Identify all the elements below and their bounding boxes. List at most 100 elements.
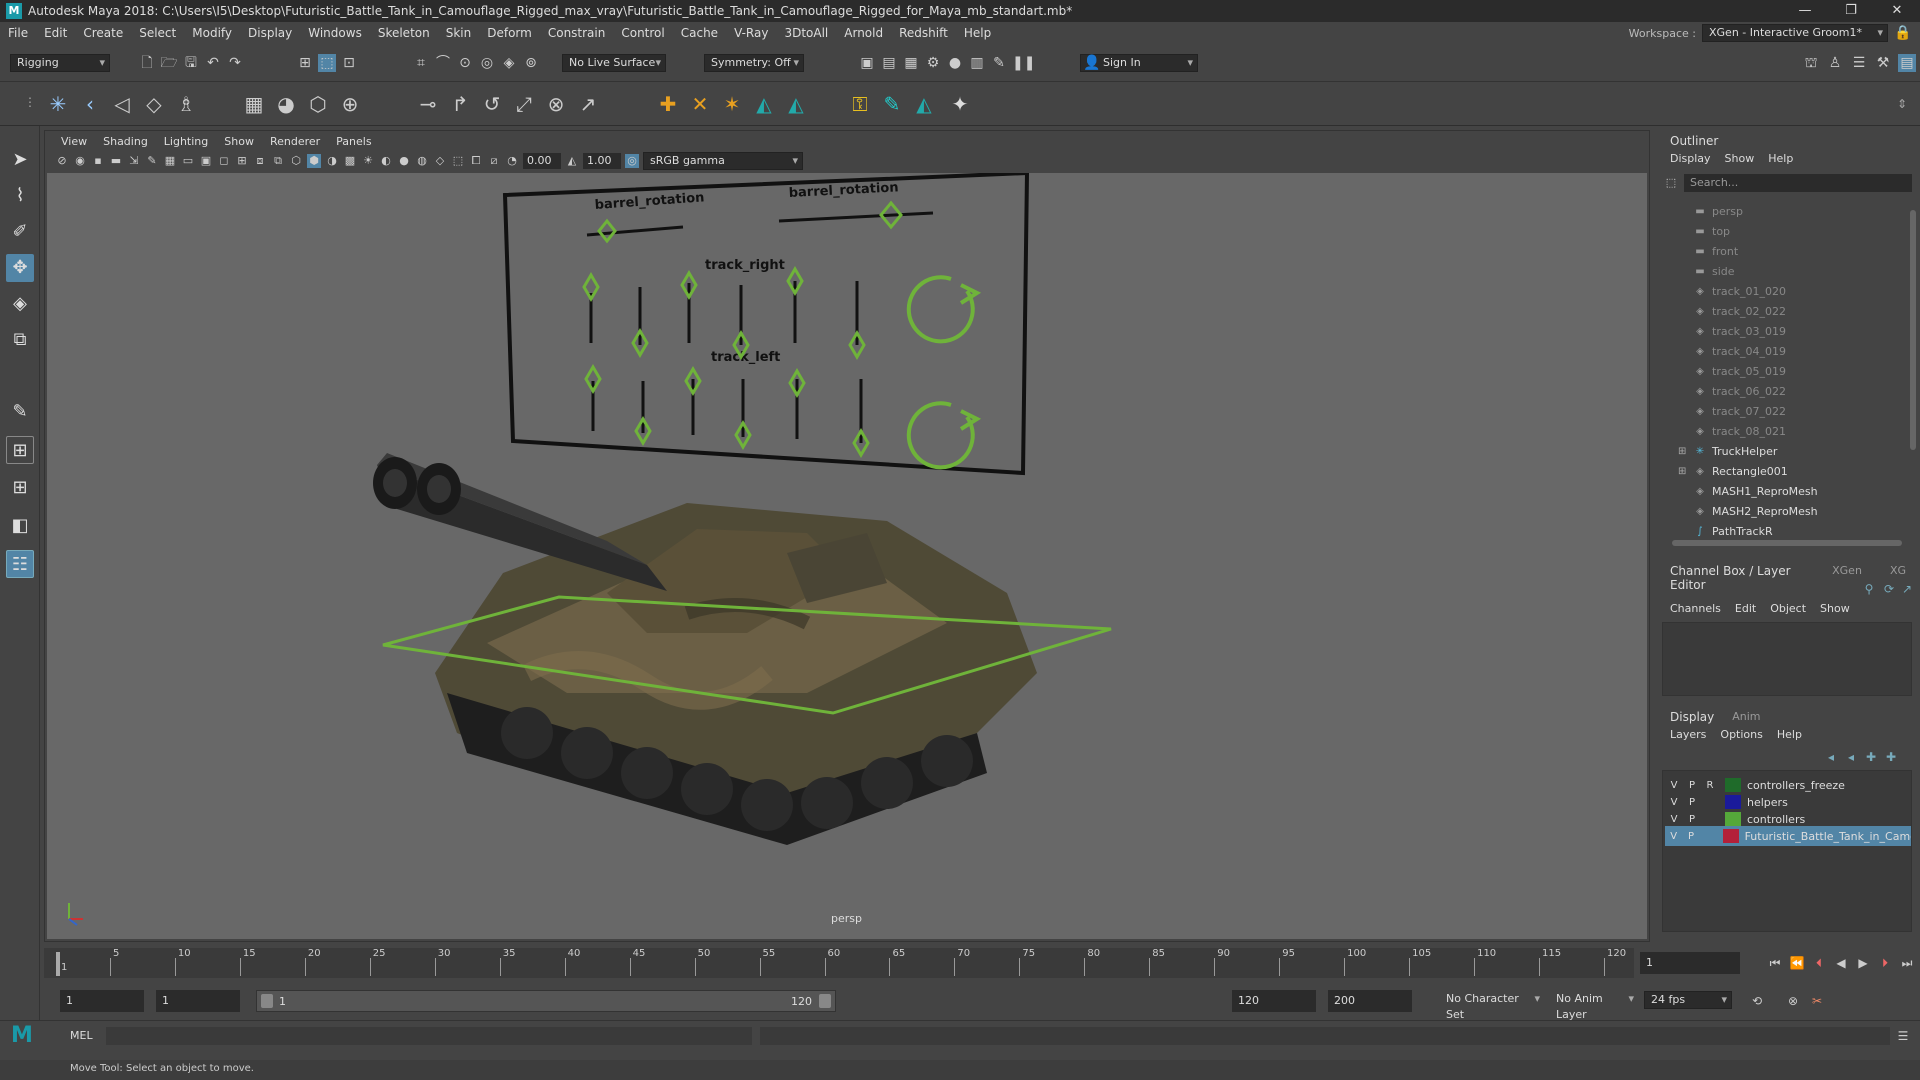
outliner-filter-icon[interactable]: ⬚	[1662, 174, 1680, 192]
close-button[interactable]: ✕	[1874, 0, 1920, 22]
time-slider[interactable]: 1 5 10 15 20 25 30 35 40 45 50 55 60 65 70 75 80 85 90 95 10…	[44, 948, 1634, 978]
outliner-horizontal-scrollbar[interactable]	[1672, 540, 1902, 546]
screen-space-ao-icon[interactable]: ●	[397, 154, 411, 168]
tab-xgen[interactable]: XGen	[1832, 564, 1862, 592]
2d-pan-zoom-icon[interactable]: ⇲	[127, 154, 141, 168]
render-frame-icon[interactable]: ▤	[880, 54, 898, 72]
image-plane-icon[interactable]: ▬	[109, 154, 123, 168]
attribute-editor-icon[interactable]: ☰	[1850, 54, 1868, 72]
outliner-item[interactable]: ◈ track_03_019	[1694, 322, 1786, 342]
redo-icon[interactable]: ↷	[226, 54, 244, 72]
outliner-item[interactable]: ▬ top	[1694, 222, 1730, 242]
play-backwards-icon[interactable]: ◀	[1832, 954, 1850, 972]
minimize-button[interactable]: —	[1782, 0, 1828, 22]
tab-anim-layers[interactable]: Anim	[1732, 710, 1760, 724]
outliner-item[interactable]: ◈ MASH1_ReproMesh	[1694, 482, 1818, 502]
outliner-item[interactable]: ∫ PathTrackR	[1694, 522, 1772, 542]
view-transform-dropdown[interactable]: sRGB gamma	[643, 152, 803, 170]
shelf-menu-icon[interactable]: ⋮	[16, 88, 44, 116]
channel-box-settings-icon[interactable]: ↗	[1898, 580, 1916, 598]
outliner-expand-toggle[interactable]: ⊞	[1678, 466, 1686, 477]
select-camera-icon[interactable]: ⊘	[55, 154, 69, 168]
make-live-icon[interactable]: ⊚	[522, 54, 540, 72]
rotate-tool-icon[interactable]: ◈	[6, 290, 34, 318]
quick-rig-icon[interactable]: ♗	[172, 90, 200, 118]
render-setup-icon[interactable]: ▥	[968, 54, 986, 72]
layer-color-swatch[interactable]	[1725, 795, 1741, 809]
snap-grid-icon[interactable]: ⌗	[412, 54, 430, 72]
menu-set-dropdown[interactable]: Rigging	[10, 54, 110, 72]
cluster-icon[interactable]: ⊕	[336, 90, 364, 118]
grease-pencil-icon[interactable]: ✎	[145, 154, 159, 168]
render-settings-icon[interactable]: ⚙	[924, 54, 942, 72]
field-chart-icon[interactable]: ⊞	[235, 154, 249, 168]
menu-3dtoall[interactable]: 3DtoAll	[776, 26, 836, 40]
layer-playback-toggle[interactable]: P	[1683, 814, 1701, 825]
menu-windows[interactable]: Windows	[300, 26, 370, 40]
new-layer-selected-icon[interactable]: ✚	[1882, 748, 1900, 766]
exposure-field[interactable]: 0.00	[523, 153, 561, 169]
pause-viewport-icon[interactable]: ❚❚	[1012, 54, 1035, 72]
default-material-icon[interactable]: ◑	[325, 154, 339, 168]
step-forward-frame-icon[interactable]: ⏵	[1876, 954, 1894, 972]
grid-icon[interactable]: ▦	[163, 154, 177, 168]
layer-color-swatch[interactable]	[1725, 778, 1741, 792]
pole-vector-icon[interactable]: ↗	[574, 90, 602, 118]
layer-visibility-toggle[interactable]: V	[1665, 814, 1683, 825]
preferences-icon[interactable]: ✂	[1808, 992, 1826, 1010]
outliner-layout-icon[interactable]: ☷	[6, 550, 34, 578]
camera-attributes-icon[interactable]: ◉	[73, 154, 87, 168]
point-constraint-icon[interactable]: ⊸	[414, 90, 442, 118]
layer-row[interactable]: V P Futuristic_Battle_Tank_in_Camo	[1665, 826, 1911, 846]
layer-visibility-toggle[interactable]: V	[1665, 797, 1683, 808]
step-back-frame-icon[interactable]: ⏴	[1810, 954, 1828, 972]
select-hierarchy-icon[interactable]: ⊞	[296, 54, 314, 72]
film-gate-icon[interactable]: ▭	[181, 154, 195, 168]
ipr-render-icon[interactable]: ▦	[902, 54, 920, 72]
viewport-menu-panels[interactable]: Panels	[328, 135, 379, 148]
snap-view-plane-icon[interactable]: ◈	[500, 54, 518, 72]
menu-control[interactable]: Control	[613, 26, 672, 40]
lock-icon[interactable]: 🔒	[1894, 24, 1912, 42]
layer-visibility-toggle[interactable]: V	[1665, 780, 1683, 791]
outliner-item[interactable]: ▬ persp	[1694, 202, 1743, 222]
outliner-item[interactable]: ◈ track_07_022	[1694, 402, 1786, 422]
last-tool-icon[interactable]: ✎	[6, 398, 34, 426]
command-input[interactable]	[106, 1027, 752, 1045]
symmetry-dropdown[interactable]: Symmetry: Off	[704, 54, 804, 72]
go-to-start-icon[interactable]: ⏮	[1766, 954, 1784, 972]
paint-weights-icon[interactable]: ◕	[272, 90, 300, 118]
select-tool-icon[interactable]: ➤	[6, 146, 34, 174]
menu-modify[interactable]: Modify	[184, 26, 240, 40]
menu-deform[interactable]: Deform	[479, 26, 540, 40]
range-slider-end-handle[interactable]	[819, 994, 831, 1008]
animation-start-field[interactable]: 1	[60, 990, 144, 1012]
layer-menu-layers[interactable]: Layers	[1670, 728, 1706, 741]
playback-start-field[interactable]: 1	[156, 990, 240, 1012]
pin-tool-icon[interactable]: ✦	[946, 90, 974, 118]
viewport-menu-lighting[interactable]: Lighting	[156, 135, 216, 148]
joint-orient-icon[interactable]: ◇	[140, 90, 168, 118]
script-language-label[interactable]: MEL	[70, 1029, 93, 1042]
outliner-item[interactable]: ◈ track_08_021	[1694, 422, 1786, 442]
tool-settings-icon[interactable]: ⚒	[1874, 54, 1892, 72]
orient-constraint-icon[interactable]: ↺	[478, 90, 506, 118]
outliner-menu-show[interactable]: Show	[1725, 152, 1755, 165]
viewport-menu-show[interactable]: Show	[216, 135, 262, 148]
wireframe-icon[interactable]: ⬡	[289, 154, 303, 168]
safe-title-icon[interactable]: ⧉	[271, 154, 285, 168]
snap-projected-icon[interactable]: ◎	[478, 54, 496, 72]
use-all-lights-icon[interactable]: ☀	[361, 154, 375, 168]
aim-constraint-icon[interactable]: ↱	[446, 90, 474, 118]
3d-viewport[interactable]: barrel_rotation barrel_rotation track_ri…	[47, 173, 1647, 939]
character-controls-icon[interactable]: ♙	[1826, 54, 1844, 72]
outliner-item[interactable]: ◈ track_05_019	[1694, 362, 1786, 382]
mash-icon[interactable]: ◭	[750, 90, 778, 118]
four-view-layout-icon[interactable]: ⊞	[6, 474, 34, 502]
open-scene-icon[interactable]: 🗁	[160, 54, 178, 72]
move-layer-down-icon[interactable]: ◂	[1842, 748, 1860, 766]
wrap-deformer-icon[interactable]: ✎	[878, 90, 906, 118]
outliner-item[interactable]: ◈ Rectangle001	[1694, 462, 1788, 482]
channel-box-menu-channels[interactable]: Channels	[1670, 602, 1721, 615]
menu-cache[interactable]: Cache	[673, 26, 726, 40]
